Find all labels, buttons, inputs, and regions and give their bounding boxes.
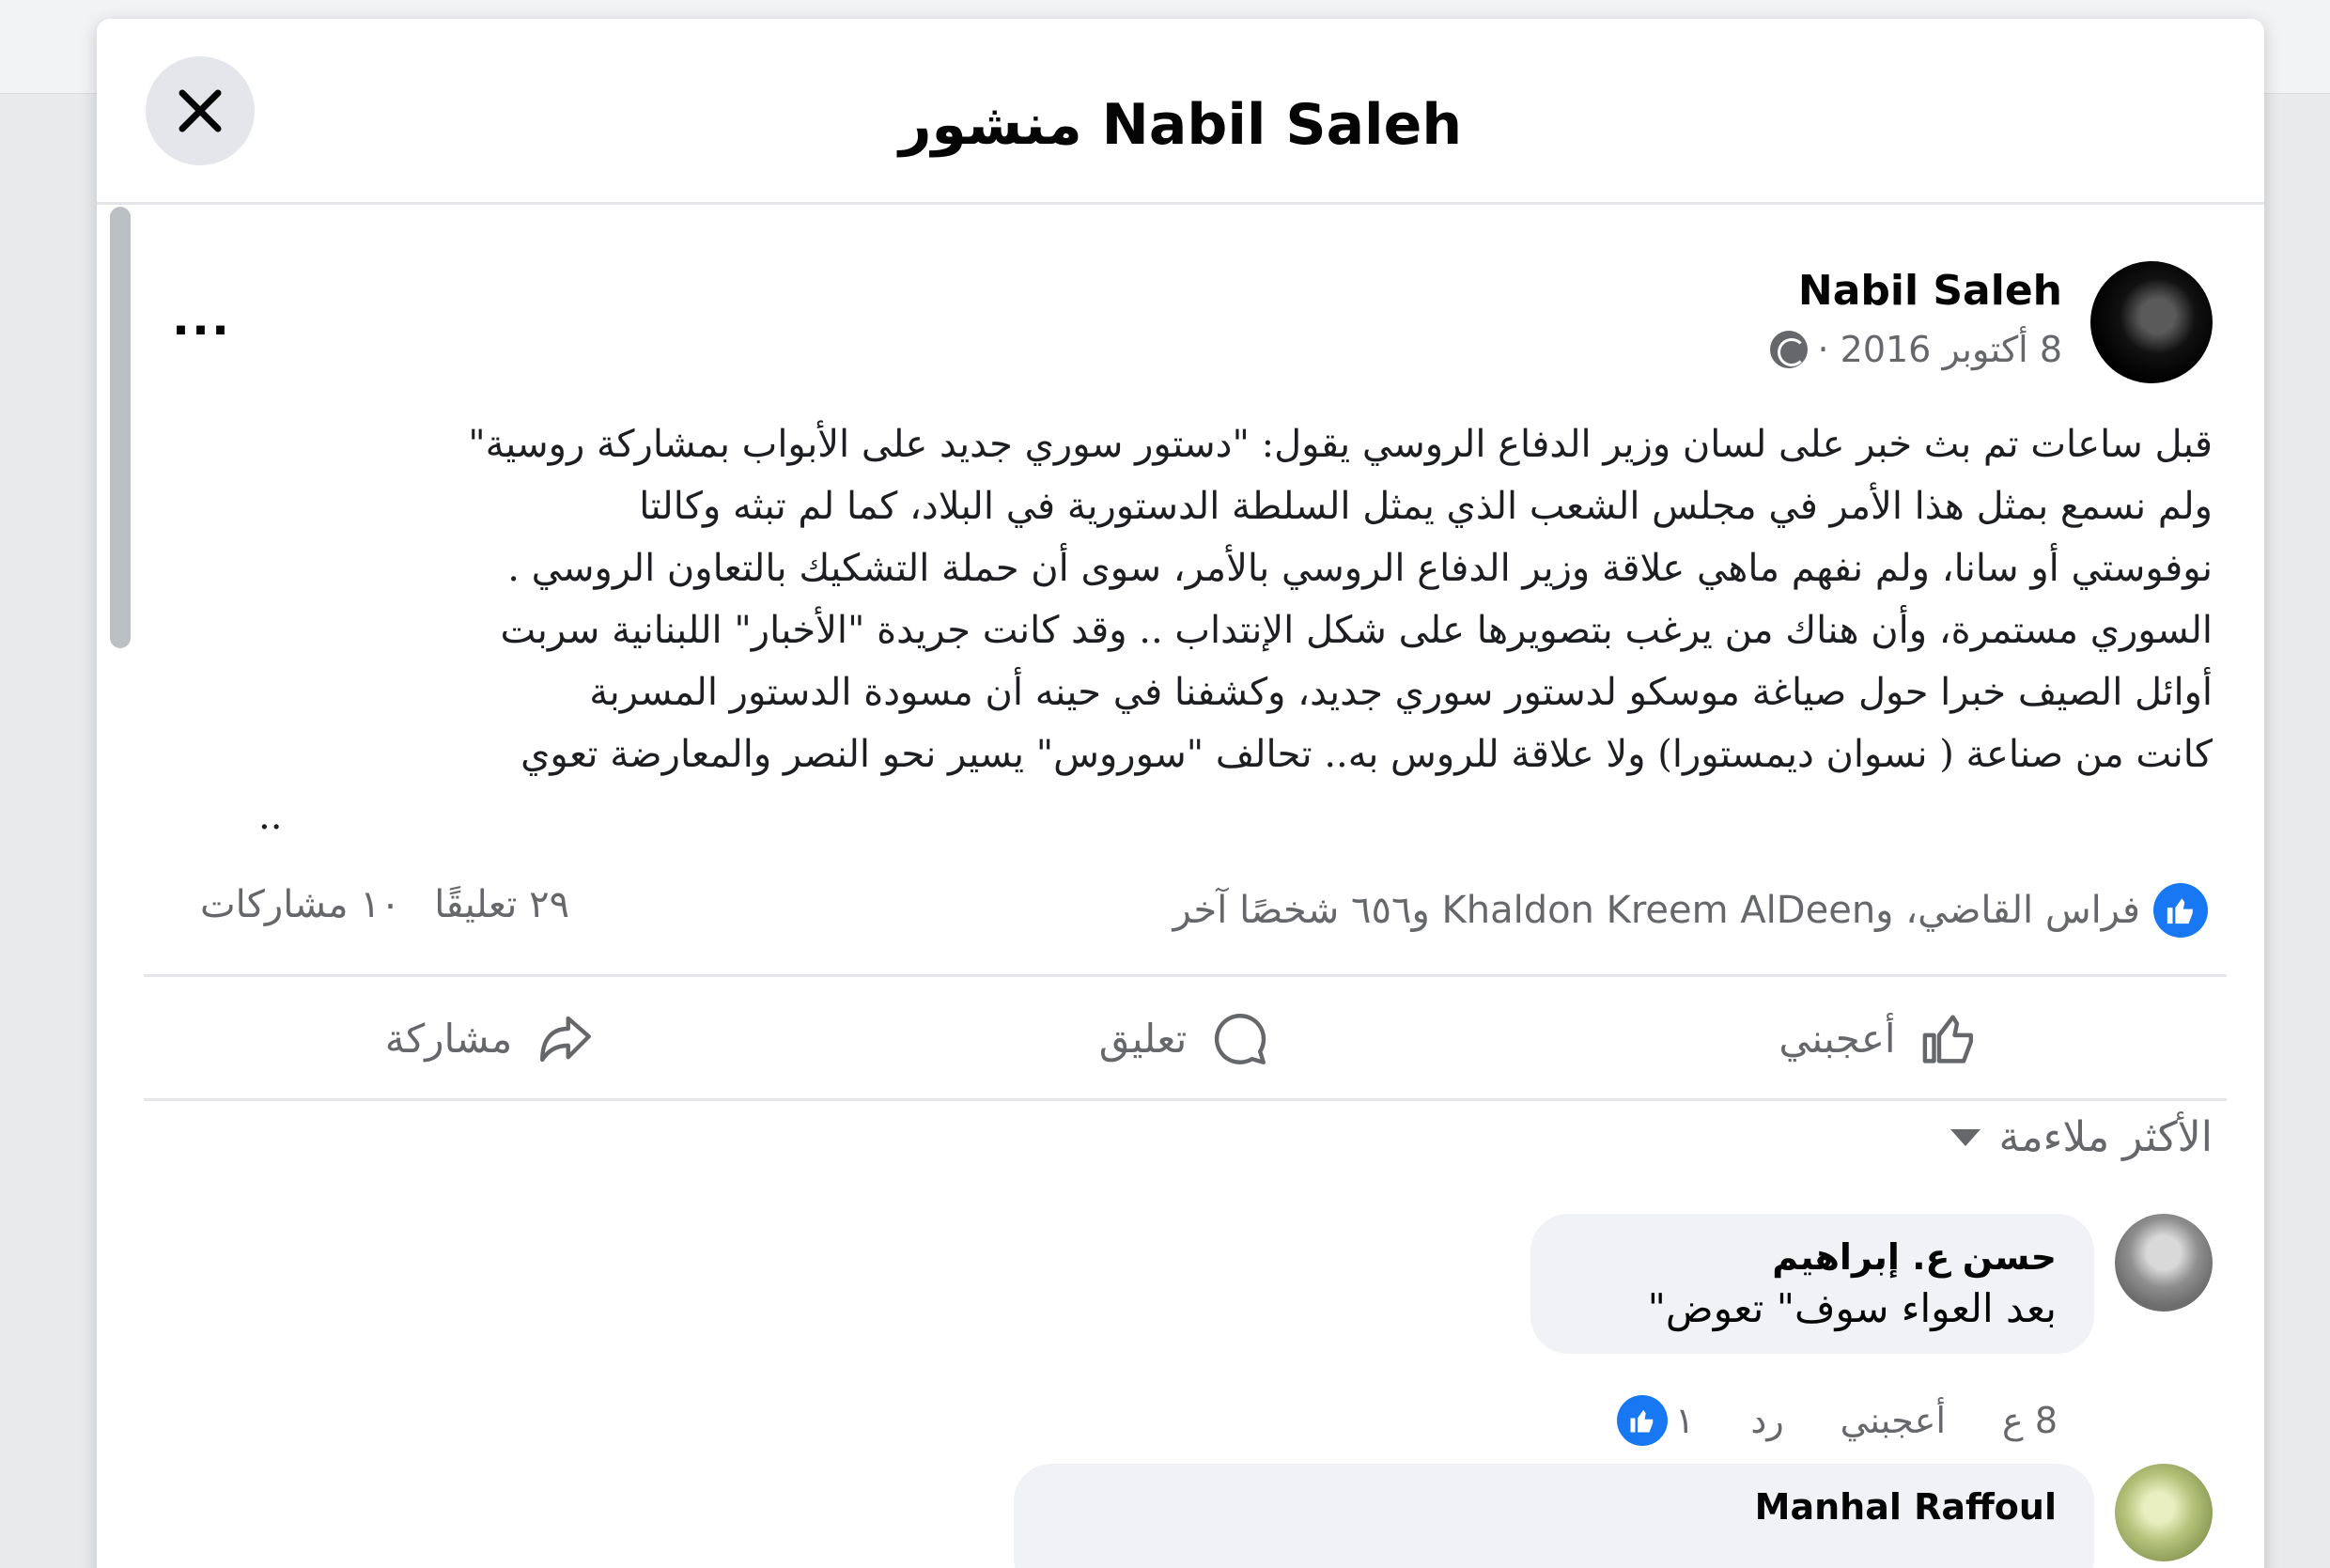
modal-header: منشور Nabil Saleh xyxy=(97,19,2264,205)
post-text-line: كانت من صناعة ( نسوان ديمستورا) ولا علاق… xyxy=(520,733,2213,776)
globe-icon xyxy=(1770,331,1809,368)
comment-button[interactable]: تعليق xyxy=(838,979,1532,1098)
post-text-line: نوفوستي أو سانا، ولم نفهم ماهي علاقة وزي… xyxy=(507,547,2213,590)
comment-like-count-value: ١ xyxy=(1674,1400,1695,1441)
share-arrow-icon xyxy=(540,1016,592,1062)
comment-bubble-icon xyxy=(1215,1013,1266,1064)
reactions-summary[interactable]: فراس القاضي، وKhaldon Kreem AlDeen و٦٥٦ … xyxy=(1173,883,2208,938)
thumbs-up-icon xyxy=(1922,1014,1973,1063)
comment-sort-dropdown[interactable]: الأكثر ملاءمة xyxy=(1949,1113,2213,1161)
author-name[interactable]: Nabil Saleh xyxy=(1798,267,2062,315)
share-button-label: مشاركة xyxy=(384,1016,513,1062)
counts: ٢٩ تعليقًا ١٠ مشاركات xyxy=(200,883,569,926)
post-text: قبل ساعات تم بث خبر على لسان وزير الدفاع… xyxy=(221,413,2213,847)
post-modal: منشور Nabil Saleh Nabil Saleh 8 أكتوبر 2… xyxy=(97,19,2264,1568)
comment-item: حسن ع. إبراهيم بعد العواء سوف" تعوض" xyxy=(1530,1214,2213,1354)
comment-like-link[interactable]: أعجبني xyxy=(1841,1400,1946,1441)
reactors-text[interactable]: فراس القاضي، وKhaldon Kreem AlDeen و٦٥٦ … xyxy=(1173,889,2140,932)
comment-item: Manhal Raffoul xyxy=(1014,1464,2213,1568)
comment-time[interactable]: 8 ع xyxy=(2002,1400,2058,1441)
actions-row: أعجبني تعليق مشاركة xyxy=(144,979,2227,1101)
comment-reply-link[interactable]: رد xyxy=(1750,1400,1783,1441)
like-reaction-icon xyxy=(2153,883,2208,938)
comment-bubble: حسن ع. إبراهيم بعد العواء سوف" تعوض" xyxy=(1530,1214,2094,1354)
post-text-line: السوري مستمرة، وأن هناك من يرغب بتصويرها… xyxy=(500,609,2213,652)
comment-author[interactable]: حسن ع. إبراهيم xyxy=(1568,1236,2057,1278)
caret-down-icon xyxy=(1949,1128,1980,1146)
shares-count[interactable]: ١٠ مشاركات xyxy=(200,883,400,926)
post-text-line: أوائل الصيف خبرا حول صياغة موسكو لدستور … xyxy=(589,671,2213,714)
commenter-avatar[interactable] xyxy=(2115,1464,2213,1561)
commenter-avatar[interactable] xyxy=(2115,1214,2213,1312)
comments-count[interactable]: ٢٩ تعليقًا xyxy=(434,883,569,926)
post-text-line: .. xyxy=(258,795,283,838)
comment-author[interactable]: Manhal Raffoul xyxy=(1051,1486,2057,1528)
modal-title: منشور Nabil Saleh xyxy=(898,92,1463,158)
author-avatar[interactable] xyxy=(2090,261,2213,383)
comment-text: بعد العواء سوف" تعوض" xyxy=(1647,1285,2057,1331)
comment-bubble: Manhal Raffoul xyxy=(1014,1464,2094,1568)
post-text-line: ولم نسمع بمثل هذا الأمر في مجلس الشعب ال… xyxy=(639,485,2213,528)
more-options-button[interactable]: ... xyxy=(172,291,231,346)
stats-row: فراس القاضي، وKhaldon Kreem AlDeen و٦٥٦ … xyxy=(144,864,2227,977)
post-text-line: قبل ساعات تم بث خبر على لسان وزير الدفاع… xyxy=(468,423,2213,466)
like-button[interactable]: أعجبني xyxy=(1532,979,2227,1098)
post-meta: 8 أكتوبر 2016 · xyxy=(1770,329,2062,370)
sort-label: الأكثر ملاءمة xyxy=(1998,1113,2213,1161)
like-reaction-icon xyxy=(1616,1395,1668,1446)
comment-actions: 8 ع أعجبني رد ١ xyxy=(1616,1395,2058,1446)
post-date[interactable]: 8 أكتوبر 2016 · xyxy=(1817,329,2062,370)
post-header: Nabil Saleh 8 أكتوبر 2016 · ... xyxy=(97,207,2264,395)
comment-like-count[interactable]: ١ xyxy=(1616,1395,1695,1446)
like-button-label: أعجبني xyxy=(1779,1016,1896,1062)
share-button[interactable]: مشاركة xyxy=(144,979,838,1098)
comment-button-label: تعليق xyxy=(1098,1016,1188,1062)
